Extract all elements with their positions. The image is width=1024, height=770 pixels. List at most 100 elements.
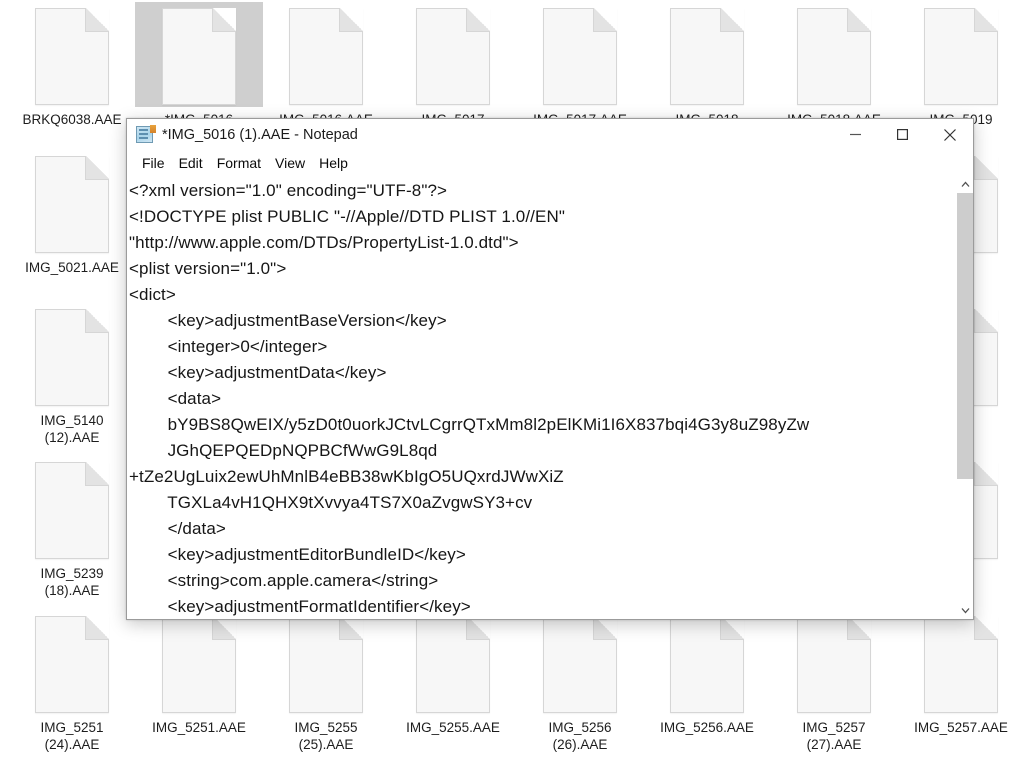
scrollbar-thumb[interactable] [957,193,973,480]
desktop-icon-label: IMG_5021.AAE [25,260,119,275]
desktop-icon[interactable]: IMG_5140 (12).AAE [8,303,136,446]
document-file-icon [162,8,236,105]
file-icon[interactable] [770,610,898,715]
minimize-button[interactable] [832,119,879,150]
file-icon[interactable] [135,2,263,107]
file-icon[interactable] [770,2,898,107]
desktop-icon[interactable]: IMG_5256 (26).AAE [516,610,644,753]
desktop-icon[interactable]: IMG_5256.AAE [643,610,771,736]
text-line: <integer>0</integer> [129,337,328,356]
desktop-icon[interactable]: IMG_5251 (24).AAE [8,610,136,753]
file-icon[interactable] [8,303,136,408]
close-button[interactable] [926,119,973,150]
desktop-icon[interactable]: IMG_5017 [389,2,517,128]
text-line: <plist version="1.0"> [129,259,287,278]
desktop-icon-label: IMG_5256 (26).AAE [548,720,612,752]
document-file-icon [416,616,490,713]
desktop-icon[interactable]: IMG_5021.AAE [8,150,136,276]
file-icon[interactable] [8,2,136,107]
maximize-button[interactable] [879,119,926,150]
document-file-icon [924,8,998,105]
text-line: <!DOCTYPE plist PUBLIC "-//Apple//DTD PL… [129,207,565,226]
notepad-icon [136,125,156,143]
desktop-icon-label: IMG_5256.AAE [660,720,754,735]
text-line: </data> [129,519,226,538]
file-icon[interactable] [262,2,390,107]
scroll-down-arrow[interactable] [957,602,973,619]
text-line: <key>adjustmentEditorBundleID</key> [129,545,466,564]
document-file-icon [670,616,744,713]
file-icon[interactable] [8,456,136,561]
desktop-icon[interactable]: IMG_5255 (25).AAE [262,610,390,753]
text-line: TGXLa4vH1QHX9tXvvya4TS7X0aZvgwSY3+cv [129,493,533,512]
notepad-menubar: File Edit Format View Help [127,150,973,175]
desktop-icon[interactable]: *IMG_5016 [135,2,263,128]
vertical-scrollbar[interactable] [956,176,973,619]
desktop-icon[interactable]: IMG_5251.AAE [135,610,263,736]
desktop-icon[interactable]: BRKQ6038.AAE [8,2,136,128]
document-file-icon [543,8,617,105]
menu-item-help[interactable]: Help [312,153,355,173]
text-line: bY9BS8QwEIX/y5zD0t0uorkJCtvLCgrrQTxMm8l2… [129,415,810,434]
file-icon[interactable] [389,610,517,715]
desktop-icon[interactable]: IMG_5018 [643,2,771,128]
desktop-icon-label: IMG_5140 (12).AAE [40,413,104,445]
desktop-icon-label: IMG_5251.AAE [152,720,246,735]
notepad-body: <?xml version="1.0" encoding="UTF-8"?> <!… [127,175,973,619]
file-icon[interactable] [643,2,771,107]
desktop: BRKQ6038.AAE*IMG_5016IMG_5016.AAEIMG_501… [0,0,1024,770]
notepad-titlebar[interactable]: *IMG_5016 (1).AAE - Notepad [127,119,973,150]
document-file-icon [289,616,363,713]
notepad-text-area[interactable]: <?xml version="1.0" encoding="UTF-8"?> <!… [127,176,956,619]
menu-item-view[interactable]: View [268,153,312,173]
text-line: <dict> [129,285,176,304]
desktop-icon[interactable]: IMG_5018.AAE [770,2,898,128]
document-file-icon [797,8,871,105]
scroll-up-arrow[interactable] [957,176,973,193]
desktop-icon-label: IMG_5255 (25).AAE [294,720,358,752]
desktop-icon-label: IMG_5257 (27).AAE [802,720,866,752]
text-line: <?xml version="1.0" encoding="UTF-8"?> [129,181,448,200]
desktop-icon[interactable]: IMG_5019 [897,2,1024,128]
menu-item-edit[interactable]: Edit [172,153,210,173]
notepad-window[interactable]: *IMG_5016 (1).AAE - Notepad File Edit Form… [126,118,974,620]
document-file-icon [35,616,109,713]
document-file-icon [35,8,109,105]
desktop-icon[interactable]: IMG_5257 (27).AAE [770,610,898,753]
document-file-icon [797,616,871,713]
document-file-icon [35,462,109,559]
desktop-icon-label: IMG_5239 (18).AAE [40,566,104,598]
file-icon[interactable] [8,610,136,715]
desktop-icon[interactable]: IMG_5016.AAE [262,2,390,128]
file-icon[interactable] [135,610,263,715]
file-icon[interactable] [389,2,517,107]
window-title: *IMG_5016 (1).AAE - Notepad [162,126,358,143]
window-controls [832,119,973,150]
desktop-icon[interactable]: IMG_5255.AAE [389,610,517,736]
text-line: <key>adjustmentFormatIdentifier</key> [129,597,471,616]
text-line: <string>com.apple.camera</string> [129,571,439,590]
file-icon[interactable] [643,610,771,715]
menu-item-format[interactable]: Format [210,153,268,173]
document-file-icon [35,156,109,253]
text-line: "http://www.apple.com/DTDs/PropertyList-… [129,233,519,252]
text-line: <data> [129,389,222,408]
text-line: <key>adjustmentBaseVersion</key> [129,311,447,330]
scrollbar-track[interactable] [957,193,973,602]
desktop-icon[interactable]: IMG_5239 (18).AAE [8,456,136,599]
menu-item-file[interactable]: File [135,153,172,173]
document-file-icon [924,616,998,713]
file-icon[interactable] [897,2,1024,107]
file-icon[interactable] [8,150,136,255]
desktop-icon-label: IMG_5255.AAE [406,720,500,735]
desktop-icon-label: IMG_5251 (24).AAE [40,720,104,752]
file-icon[interactable] [516,2,644,107]
file-icon[interactable] [897,610,1024,715]
desktop-icon[interactable]: IMG_5017.AAE [516,2,644,128]
file-icon[interactable] [262,610,390,715]
document-file-icon [35,309,109,406]
desktop-icon-label: BRKQ6038.AAE [22,112,122,127]
document-file-icon [162,616,236,713]
file-icon[interactable] [516,610,644,715]
desktop-icon[interactable]: IMG_5257.AAE [897,610,1024,736]
